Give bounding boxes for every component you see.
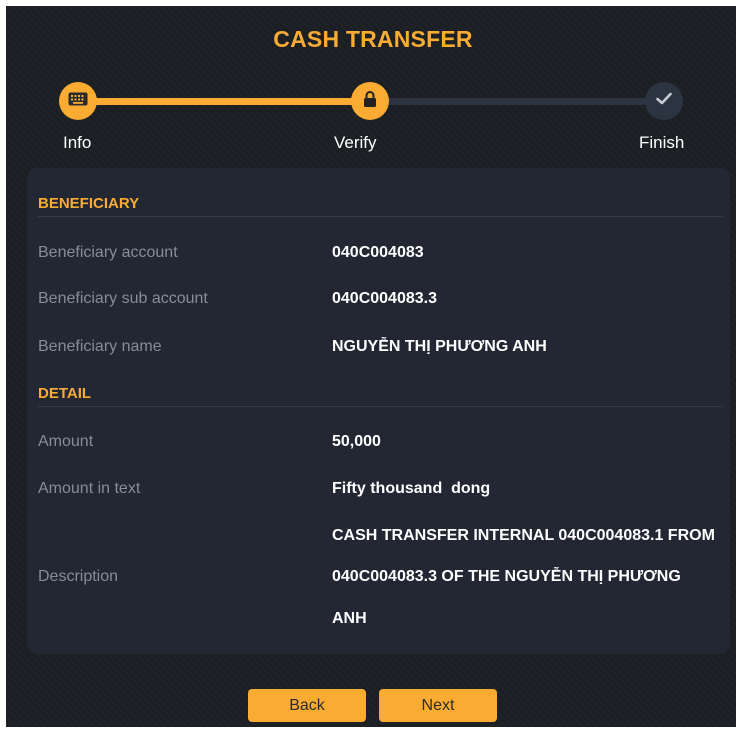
amount-label: Amount <box>38 433 94 450</box>
description-label: Description <box>38 568 119 585</box>
amount-value: 50,000 <box>332 433 381 450</box>
step-info <box>59 82 97 120</box>
frame-right <box>736 0 746 739</box>
beneficiary-account-label: Beneficiary account <box>38 244 178 261</box>
step-finish <box>645 82 683 120</box>
amount-in-text-value: Fifty thousand dong <box>332 480 491 497</box>
step-label-verify: Verify <box>334 133 377 152</box>
step-verify <box>351 82 389 120</box>
keyboard-icon <box>68 92 88 111</box>
frame-top <box>0 0 746 6</box>
amount-in-text-label: Amount in text <box>38 480 141 497</box>
frame-left <box>0 0 6 739</box>
transfer-summary-card: BENEFICIARY Beneficiary account 040C0040… <box>27 168 730 654</box>
beneficiary-sub-account-value: 040C004083.3 <box>332 290 437 307</box>
lock-icon <box>363 90 377 112</box>
back-button[interactable]: Back <box>248 689 366 722</box>
step-label-info: Info <box>63 133 92 152</box>
description-line-2: 040C004083.3 OF THE NGUYỄN THỊ PHƯƠNG <box>332 568 681 585</box>
page-title: CASH TRANSFER <box>273 26 473 52</box>
description-line-3: ANH <box>332 610 367 627</box>
stepper-progress-pending <box>370 98 664 105</box>
check-icon <box>656 92 672 110</box>
beneficiary-sub-account-label: Beneficiary sub account <box>38 290 208 307</box>
section-heading-beneficiary: BENEFICIARY <box>38 195 723 217</box>
beneficiary-name-value: NGUYỄN THỊ PHƯƠNG ANH <box>332 338 547 355</box>
beneficiary-name-label: Beneficiary name <box>38 338 162 355</box>
section-heading-detail: DETAIL <box>38 385 723 407</box>
step-label-finish: Finish <box>639 133 685 152</box>
next-button[interactable]: Next <box>379 689 497 722</box>
beneficiary-account-value: 040C004083 <box>332 244 424 261</box>
stepper-progress-done <box>78 98 370 105</box>
frame-bottom <box>0 727 746 739</box>
description-line-1: CASH TRANSFER INTERNAL 040C004083.1 FROM <box>332 527 715 544</box>
